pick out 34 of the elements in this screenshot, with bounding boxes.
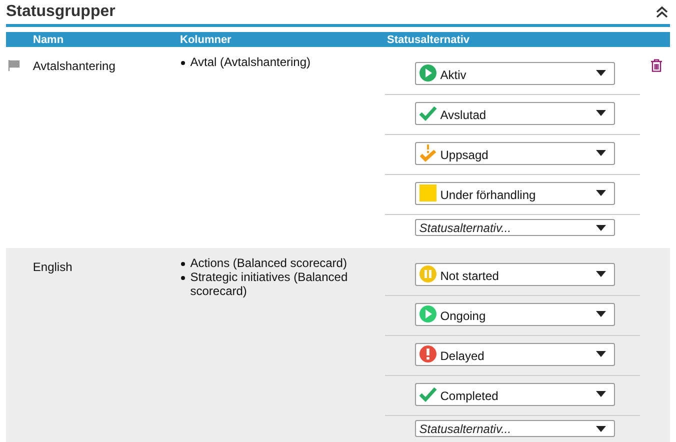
caret-icon	[596, 110, 606, 116]
caret-icon	[596, 426, 606, 432]
section-title: Statusgrupper	[6, 3, 116, 21]
caret-icon	[596, 150, 606, 156]
status-dropdown[interactable]: Statusalternativ...	[415, 219, 616, 236]
status-dropdown[interactable]: Uppsagd	[415, 142, 616, 164]
status-dropdown[interactable]: Under förhandling	[415, 182, 616, 204]
caret-icon	[596, 224, 606, 230]
collapse-icon[interactable]	[656, 6, 668, 18]
caret-icon	[596, 271, 606, 277]
caret-icon	[596, 70, 606, 76]
status-dropdown[interactable]: Delayed	[415, 342, 616, 366]
bullet-icon	[181, 61, 186, 65]
bullet-icon	[181, 276, 186, 280]
caret-icon	[596, 391, 606, 397]
column-header: Statusalternativ	[387, 34, 470, 46]
status-dropdown[interactable]: Aktiv	[415, 62, 616, 84]
status-dropdown[interactable]: Avslutad	[415, 102, 616, 124]
bullet-icon	[181, 262, 186, 266]
column-header: Kolumner	[180, 34, 232, 46]
group-name: Avtalshantering	[32, 59, 116, 73]
caret-icon	[596, 351, 606, 357]
caret-icon	[596, 311, 606, 317]
status-dropdown[interactable]: Ongoing	[415, 302, 616, 326]
column-item: Strategic initiatives (Balanced scorecard)	[190, 270, 349, 298]
status-dropdown[interactable]: Not started	[415, 262, 616, 286]
caret-icon	[596, 190, 606, 196]
group-name: English	[32, 260, 72, 274]
status-dropdown[interactable]: Statusalternativ...	[415, 420, 616, 437]
status-dropdown[interactable]: Completed	[415, 382, 616, 406]
column-item: Avtal (Avtalshantering)	[190, 55, 311, 69]
column-header: Namn	[33, 34, 65, 46]
column-item: Actions (Balanced scorecard)	[190, 256, 347, 270]
trash-icon[interactable]	[651, 59, 662, 72]
